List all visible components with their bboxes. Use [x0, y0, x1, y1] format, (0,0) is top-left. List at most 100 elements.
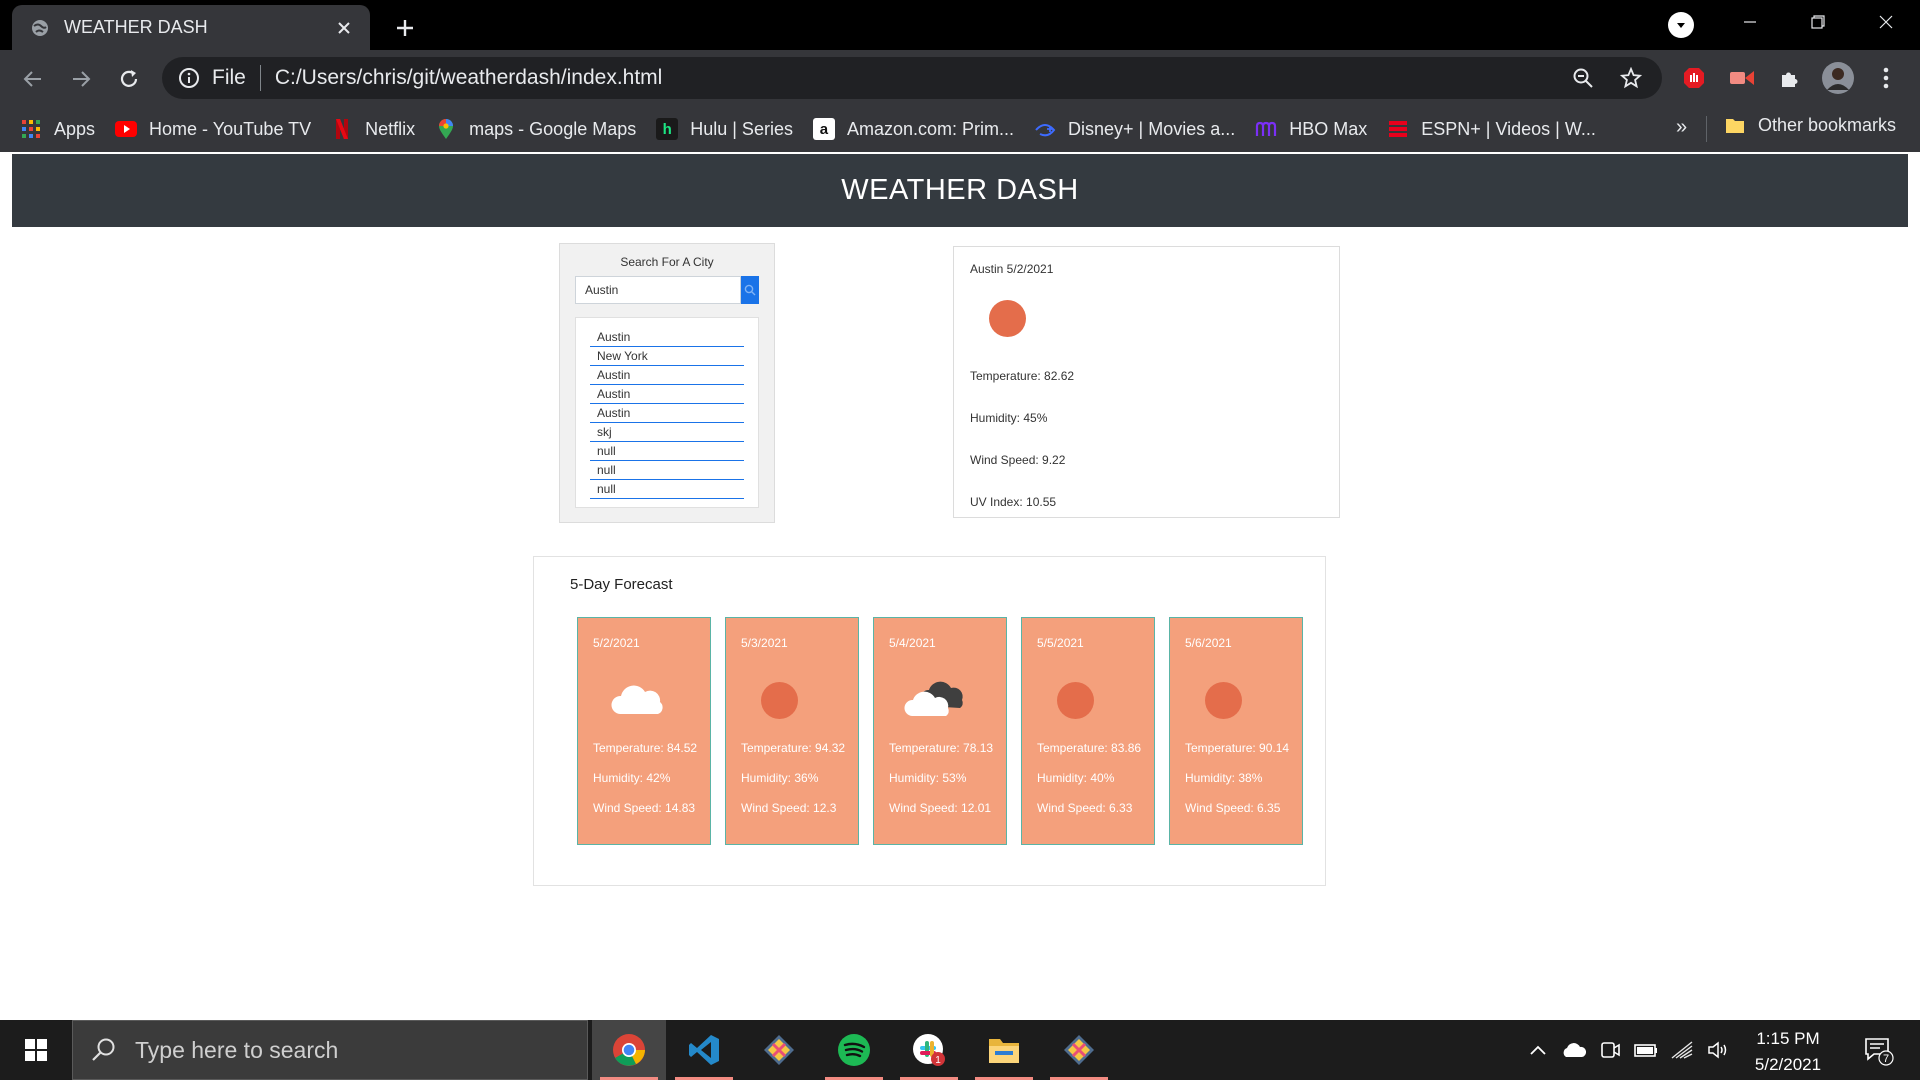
forecast-panel: 5-Day Forecast 5/2/2021 Temperature: 84.…	[533, 556, 1326, 886]
bookmark-youtube-tv[interactable]: Home - YouTube TV	[115, 118, 311, 140]
city-search-input[interactable]	[575, 276, 741, 304]
site-info-icon[interactable]	[178, 67, 200, 89]
back-arrow-icon[interactable]	[18, 64, 48, 94]
other-bookmarks[interactable]: Other bookmarks	[1724, 114, 1896, 136]
forecast-humidity: Humidity: 53%	[889, 771, 967, 785]
wifi-icon[interactable]	[1666, 1020, 1698, 1080]
forecast-day-card: 5/6/2021 Temperature: 90.14 Humidity: 38…	[1169, 617, 1303, 845]
forecast-humidity: Humidity: 40%	[1037, 771, 1115, 785]
browser-tab[interactable]: WEATHER DASH	[12, 5, 370, 50]
forecast-temperature: Temperature: 94.32	[741, 741, 846, 755]
tab-search-icon[interactable]	[1668, 12, 1694, 38]
protocol-label: File	[212, 66, 246, 89]
chevron-up-icon[interactable]	[1522, 1020, 1554, 1080]
history-item[interactable]: null	[590, 461, 744, 480]
notification-count: 7	[1883, 1053, 1889, 1065]
git-kraken-icon[interactable]	[1042, 1020, 1116, 1080]
browser-toolbar: File C:/Users/chris/git/weatherdash/inde…	[0, 50, 1920, 106]
history-item[interactable]: New York	[590, 347, 744, 366]
zoom-icon[interactable]	[1568, 63, 1598, 93]
spotify-icon[interactable]	[817, 1020, 891, 1080]
tab-title: WEATHER DASH	[64, 17, 208, 37]
chrome-icon[interactable]	[592, 1020, 666, 1080]
bookmark-label: Hulu | Series	[690, 118, 793, 139]
screen-recorder-extension-icon[interactable]	[1726, 62, 1758, 94]
bookmark-star-icon[interactable]	[1616, 63, 1646, 93]
disney-plus-icon	[1034, 118, 1056, 140]
history-item[interactable]: Austin	[590, 385, 744, 404]
bookmark-netflix[interactable]: Netflix	[331, 118, 415, 140]
taskbar-search-box[interactable]: Type here to search	[72, 1020, 588, 1080]
close-tab-icon[interactable]	[332, 16, 356, 40]
meet-now-icon[interactable]	[1594, 1020, 1626, 1080]
forecast-temperature: Temperature: 84.52	[593, 741, 698, 755]
history-item[interactable]: null	[590, 442, 744, 461]
bookmark-hbo-max[interactable]: HBO Max	[1255, 118, 1367, 140]
google-maps-icon	[435, 118, 457, 140]
address-bar[interactable]: File C:/Users/chris/git/weatherdash/inde…	[162, 57, 1662, 99]
sun-icon	[1205, 682, 1242, 719]
bookmark-label: Netflix	[365, 118, 416, 139]
bookmarks-divider	[1706, 116, 1707, 142]
vscode-icon[interactable]	[667, 1020, 741, 1080]
bookmark-apps[interactable]: Apps	[20, 118, 95, 140]
forecast-temperature: Temperature: 78.13	[889, 741, 994, 755]
history-item[interactable]: skj	[590, 423, 744, 442]
battery-icon[interactable]	[1630, 1020, 1662, 1080]
close-window-icon[interactable]	[1852, 0, 1920, 44]
forecast-humidity: Humidity: 38%	[1185, 771, 1263, 785]
forecast-day-card: 5/3/2021 Temperature: 94.32 Humidity: 36…	[725, 617, 859, 845]
forecast-wind-speed: Wind Speed: 12.3	[741, 801, 837, 815]
windows-start-icon[interactable]	[0, 1020, 72, 1080]
bookmark-amazon[interactable]: a Amazon.com: Prim...	[812, 118, 1014, 140]
forward-arrow-icon[interactable]	[66, 64, 96, 94]
more-bookmarks-chevron[interactable]: »	[1676, 116, 1687, 139]
page-content: WEATHER DASH Search For A City Austin Ne…	[0, 152, 1920, 1020]
history-item[interactable]: Austin	[590, 404, 744, 423]
volume-icon[interactable]	[1702, 1020, 1734, 1080]
onedrive-cloud-icon[interactable]	[1558, 1020, 1590, 1080]
forecast-day-card: 5/4/2021 Temperature: 78.13 Humidity: 53…	[873, 617, 1007, 845]
forecast-day-card: 5/5/2021 Temperature: 83.86 Humidity: 40…	[1021, 617, 1155, 845]
search-icon	[92, 1038, 115, 1061]
minimize-icon[interactable]	[1716, 0, 1784, 44]
kebab-menu-icon[interactable]	[1870, 62, 1902, 94]
cloud-icon	[611, 685, 663, 714]
forecast-date: 5/5/2021	[1037, 636, 1084, 650]
forecast-date: 5/3/2021	[741, 636, 788, 650]
current-city-date: Austin 5/2/2021	[970, 262, 1054, 276]
profile-avatar[interactable]	[1822, 62, 1854, 94]
notification-center-icon[interactable]: 7	[1862, 1034, 1894, 1066]
bookmark-label: Home - YouTube TV	[149, 118, 312, 139]
bookmark-label: Amazon.com: Prim...	[846, 118, 1014, 139]
history-item[interactable]: Austin	[590, 366, 744, 385]
bookmark-disney-plus[interactable]: Disney+ | Movies a...	[1034, 118, 1235, 140]
search-button[interactable]	[741, 276, 759, 304]
forecast-wind-speed: Wind Speed: 12.01	[889, 801, 992, 815]
folder-icon	[1724, 114, 1746, 136]
new-tab-button[interactable]	[390, 13, 420, 43]
extensions-puzzle-icon[interactable]	[1774, 62, 1806, 94]
git-kraken-icon[interactable]	[742, 1020, 816, 1080]
history-item[interactable]: null	[590, 480, 744, 499]
espn-icon	[1387, 118, 1409, 140]
forecast-date: 5/6/2021	[1185, 636, 1232, 650]
bookmark-label: Apps	[54, 118, 96, 139]
search-row	[575, 276, 759, 304]
slack-icon[interactable]: 1	[892, 1020, 966, 1080]
history-item[interactable]: Austin	[590, 328, 744, 347]
file-explorer-icon[interactable]	[967, 1020, 1041, 1080]
other-bookmarks-label: Other bookmarks	[1758, 114, 1897, 135]
bookmark-espn[interactable]: ESPN+ | Videos | W...	[1387, 118, 1596, 140]
bookmark-hulu[interactable]: h Hulu | Series	[656, 118, 793, 140]
reload-icon[interactable]	[114, 64, 144, 94]
url-text[interactable]: C:/Users/chris/git/weatherdash/index.htm…	[275, 66, 1550, 90]
bookmark-google-maps[interactable]: maps - Google Maps	[435, 118, 636, 140]
restore-icon[interactable]	[1784, 0, 1852, 44]
windows-taskbar: Type here to search 1 1:15 PM 5/2/2021 7	[0, 1020, 1920, 1080]
current-wind-speed: Wind Speed: 9.22	[970, 453, 1066, 467]
hulu-icon: h	[656, 118, 679, 140]
taskbar-clock[interactable]: 1:15 PM 5/2/2021	[1738, 1026, 1838, 1078]
search-history-list: Austin New York Austin Austin Austin skj…	[575, 317, 759, 508]
adblock-extension-icon[interactable]	[1678, 62, 1710, 94]
